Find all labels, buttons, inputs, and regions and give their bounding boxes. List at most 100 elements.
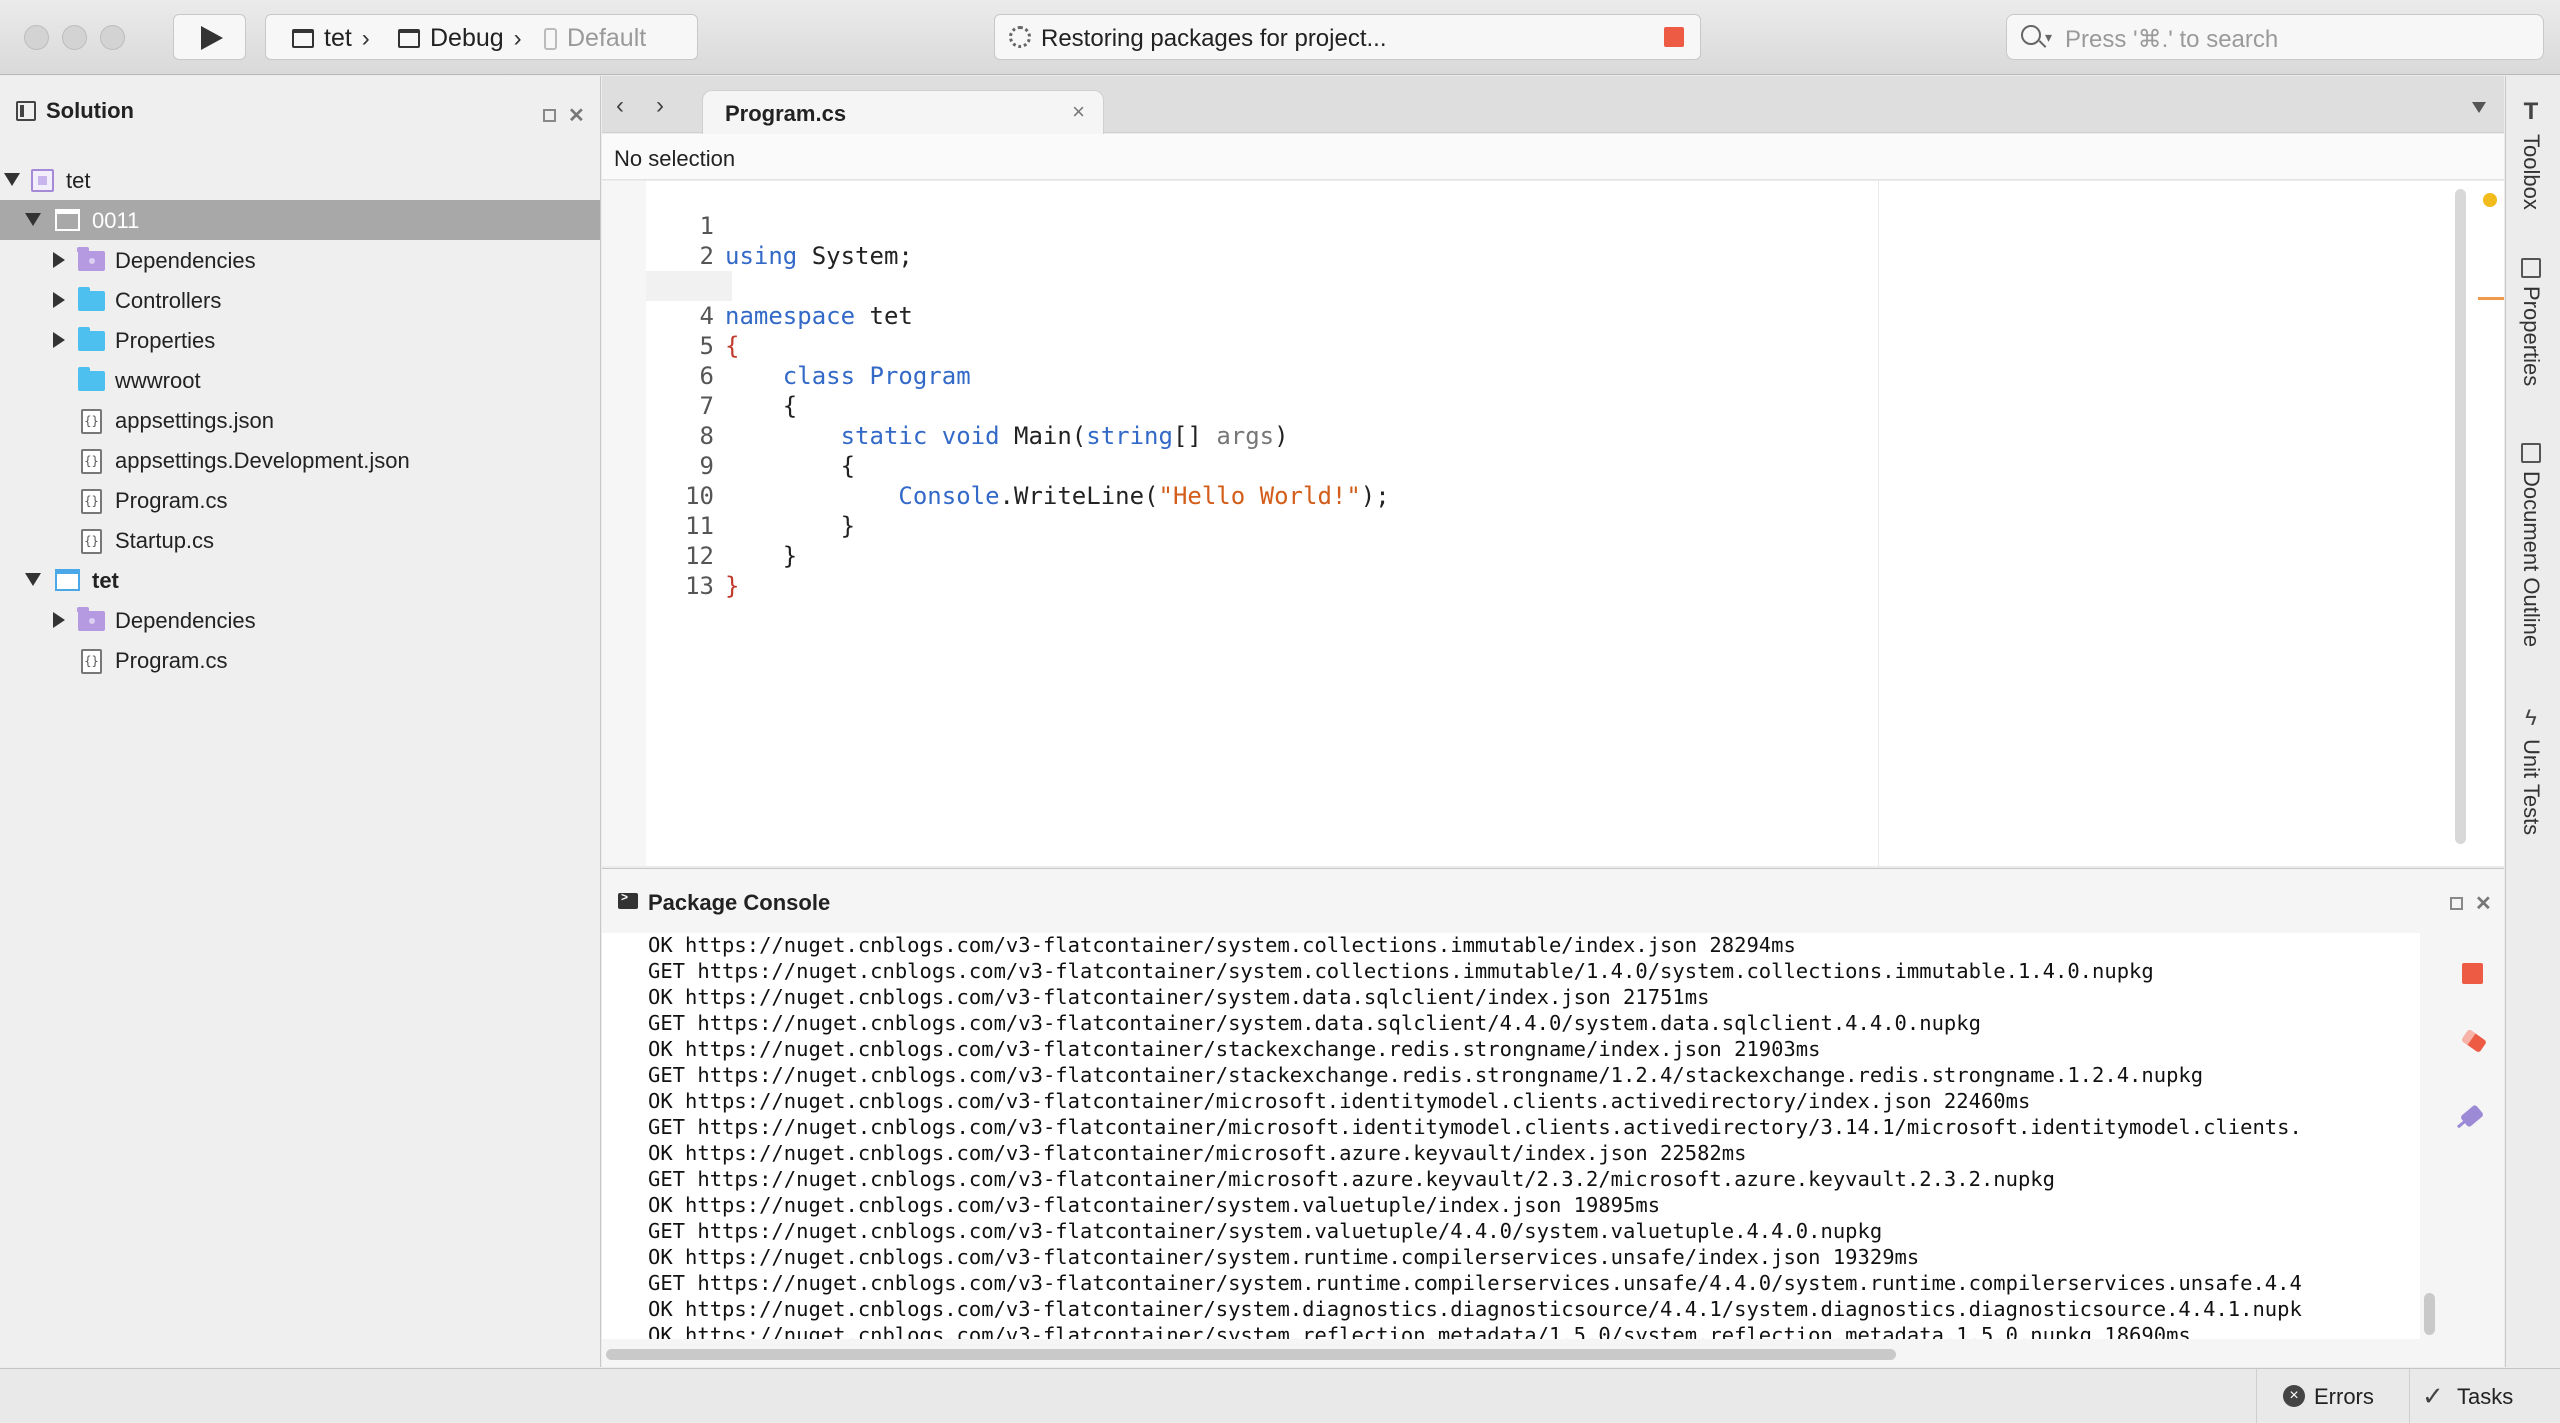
project-window-icon — [292, 29, 314, 48]
code-line: 13 — [646, 541, 733, 600]
tasks-button[interactable]: ✓ Tasks — [2409, 1369, 2560, 1423]
tree-item-controllers[interactable]: Controllers — [0, 280, 600, 320]
tree-item-program-cs[interactable]: {} Program.cs — [0, 640, 600, 680]
window-zoom-button[interactable] — [100, 25, 125, 50]
file-icon: {} — [81, 489, 102, 514]
navigate-forward-icon[interactable]: › — [656, 92, 664, 120]
code-line: 5 class Program — [646, 301, 971, 390]
package-console-output[interactable]: OK https://nuget.cnblogs.com/v3-flatcont… — [602, 933, 2420, 1339]
code-token: Program — [869, 362, 971, 390]
breadcrumb[interactable]: No selection — [602, 134, 2504, 180]
spinner-icon — [1009, 26, 1031, 48]
tree-item-wwwroot[interactable]: wwwroot — [0, 360, 600, 400]
solution-icon — [31, 169, 54, 192]
collapse-arrow-icon[interactable] — [4, 173, 20, 186]
package-console-title: Package Console — [648, 890, 831, 915]
project-selector[interactable]: tet › — [292, 24, 370, 53]
collapse-arrow-icon[interactable] — [25, 213, 41, 226]
code-token: } — [840, 512, 856, 540]
errors-label: Errors — [2314, 1384, 2374, 1409]
tree-item-startup-cs[interactable]: {} Startup.cs — [0, 520, 600, 560]
global-search-input[interactable]: ▾ Press '⌘.' to search — [2006, 14, 2544, 60]
code-token: Main( — [1014, 422, 1087, 450]
console-horizontal-scrollbar[interactable] — [606, 1349, 1896, 1360]
console-line: OK https://nuget.cnblogs.com/v3-flatcont… — [648, 1193, 1661, 1217]
window-close-button[interactable] — [24, 25, 49, 50]
code-line: 2 — [646, 211, 733, 270]
dock-tab-unit-tests[interactable]: ϟ Unit Tests — [2518, 705, 2544, 835]
editor-margin — [602, 181, 646, 866]
tree-item-solution[interactable]: tet — [0, 160, 600, 200]
pin-icon[interactable] — [2459, 1104, 2485, 1128]
tree-item-project-0011[interactable]: 0011 — [0, 200, 600, 240]
code-line: 7 static void Main(string[] args) — [646, 361, 1289, 450]
device-selector[interactable]: Default — [544, 24, 646, 53]
run-button[interactable] — [173, 14, 246, 60]
overview-ruler-marker[interactable] — [2478, 297, 2504, 300]
close-pad-button[interactable]: ✕ — [568, 103, 585, 128]
dock-tab-document-outline[interactable]: Document Outline — [2518, 443, 2544, 647]
error-icon: × — [2283, 1385, 2305, 1407]
breadcrumb-text: No selection — [614, 146, 736, 171]
status-area: Restoring packages for project... — [994, 14, 1701, 60]
maximize-pad-button[interactable] — [543, 109, 556, 122]
expand-arrow-icon[interactable] — [53, 612, 65, 628]
dock-tab-label: Toolbox — [2519, 134, 2544, 210]
play-icon — [201, 26, 223, 50]
expand-arrow-icon[interactable] — [53, 252, 65, 268]
clear-console-icon[interactable] — [2460, 1028, 2488, 1054]
code-token: { — [782, 392, 798, 420]
expand-arrow-icon[interactable] — [53, 332, 65, 348]
editor-vertical-scrollbar[interactable] — [2455, 189, 2466, 844]
dock-tab-toolbox[interactable]: T Toolbox — [2518, 98, 2544, 210]
file-icon: {} — [81, 529, 102, 554]
navigate-back-icon[interactable]: ‹ — [616, 92, 624, 120]
console-line: OK https://nuget.cnblogs.com/v3-flatcont… — [648, 1089, 2031, 1113]
warning-indicator-icon[interactable] — [2483, 193, 2497, 207]
tree-item-dependencies[interactable]: Dependencies — [0, 600, 600, 640]
code-line: 9 Console.WriteLine("Hello World!"); — [646, 421, 1390, 510]
code-token: { — [840, 452, 856, 480]
solution-pad-header: Solution ✕ — [0, 76, 600, 146]
tab-program-cs[interactable]: Program.cs × — [702, 90, 1104, 135]
tree-item-label: wwwroot — [115, 368, 201, 393]
expand-arrow-icon[interactable] — [53, 292, 65, 308]
run-configuration-selector: tet › Debug › Default — [265, 14, 698, 60]
code-token: ); — [1360, 482, 1390, 510]
code-token: namespace — [725, 302, 856, 330]
tree-item-label: Program.cs — [115, 488, 228, 513]
file-icon: {} — [81, 409, 102, 434]
dependencies-folder-icon — [77, 247, 105, 271]
window-minimize-button[interactable] — [62, 25, 87, 50]
code-line: 3 namespace tet — [646, 241, 913, 330]
tree-item-project-tet[interactable]: tet — [0, 560, 600, 600]
stop-icon[interactable] — [2462, 963, 2483, 984]
tree-item-appsettings-development-json[interactable]: {} appsettings.Development.json — [0, 440, 600, 480]
close-pad-button[interactable]: ✕ — [2475, 891, 2492, 916]
console-line: GET https://nuget.cnblogs.com/v3-flatcon… — [648, 1063, 2204, 1087]
configuration-selector[interactable]: Debug › — [398, 24, 522, 53]
collapse-arrow-icon[interactable] — [25, 573, 41, 586]
code-token: using — [725, 242, 798, 270]
close-tab-icon[interactable]: × — [1072, 99, 1085, 125]
code-editor[interactable]: 1 using System; 2 3 namespace tet 4 { 5 … — [602, 181, 2504, 866]
dock-tab-properties[interactable]: Properties — [2518, 258, 2544, 386]
tree-item-label: Controllers — [115, 288, 222, 313]
tree-item-dependencies[interactable]: Dependencies — [0, 240, 600, 280]
tree-item-properties[interactable]: Properties — [0, 320, 600, 360]
tab-list-dropdown-icon[interactable] — [2472, 102, 2486, 113]
errors-button[interactable]: × Errors — [2256, 1369, 2410, 1423]
tree-item-appsettings-json[interactable]: {} appsettings.json — [0, 400, 600, 440]
code-token: "Hello World!" — [1158, 482, 1361, 510]
code-token: .WriteLine( — [999, 482, 1159, 510]
file-icon: {} — [81, 649, 102, 674]
maximize-pad-button[interactable] — [2450, 897, 2463, 910]
tree-item-program-cs[interactable]: {} Program.cs — [0, 480, 600, 520]
column-ruler — [1878, 181, 1879, 866]
chevron-right-icon: › — [513, 24, 522, 52]
stop-build-button[interactable] — [1664, 27, 1684, 47]
console-vertical-scrollbar[interactable] — [2424, 1293, 2435, 1335]
console-line: GET https://nuget.cnblogs.com/v3-flatcon… — [648, 1011, 1981, 1035]
code-token: Console — [898, 482, 1000, 510]
project-selector-label: tet — [324, 24, 352, 52]
